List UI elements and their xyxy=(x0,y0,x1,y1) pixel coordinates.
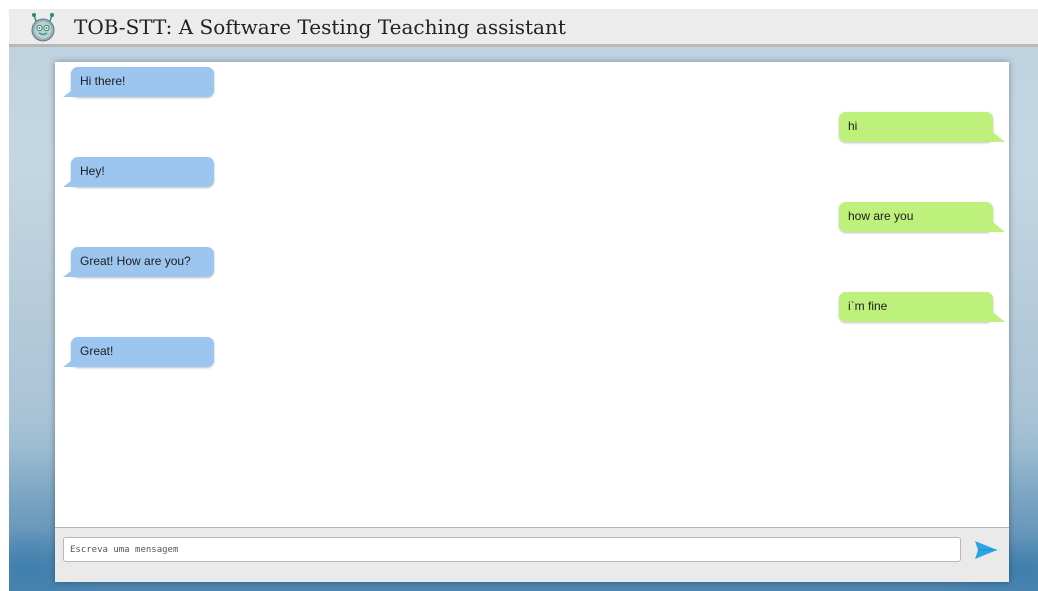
page-title: TOB-STT: A Software Testing Teaching ass… xyxy=(74,14,566,39)
message-composer xyxy=(55,527,1009,582)
bot-message: Great! How are you? xyxy=(63,247,214,277)
chat-panel: Hi there! hi Hey! how are you Great! How… xyxy=(55,62,1009,582)
robot-head-icon xyxy=(30,12,56,42)
user-message: hi xyxy=(839,112,1005,142)
message-list: Hi there! hi Hey! how are you Great! How… xyxy=(55,62,1009,527)
user-message: i`m fine xyxy=(839,292,1005,322)
bot-message: Great! xyxy=(63,337,214,367)
user-message: how are you xyxy=(839,202,1005,232)
send-button[interactable] xyxy=(974,540,998,560)
message-input[interactable] xyxy=(63,537,961,562)
header-bar: TOB-STT: A Software Testing Teaching ass… xyxy=(9,9,1038,47)
bot-message: Hey! xyxy=(63,157,214,187)
bot-message: Hi there! xyxy=(63,67,214,97)
app-window: TOB-STT: A Software Testing Teaching ass… xyxy=(9,9,1038,591)
send-arrow-icon xyxy=(974,541,998,563)
